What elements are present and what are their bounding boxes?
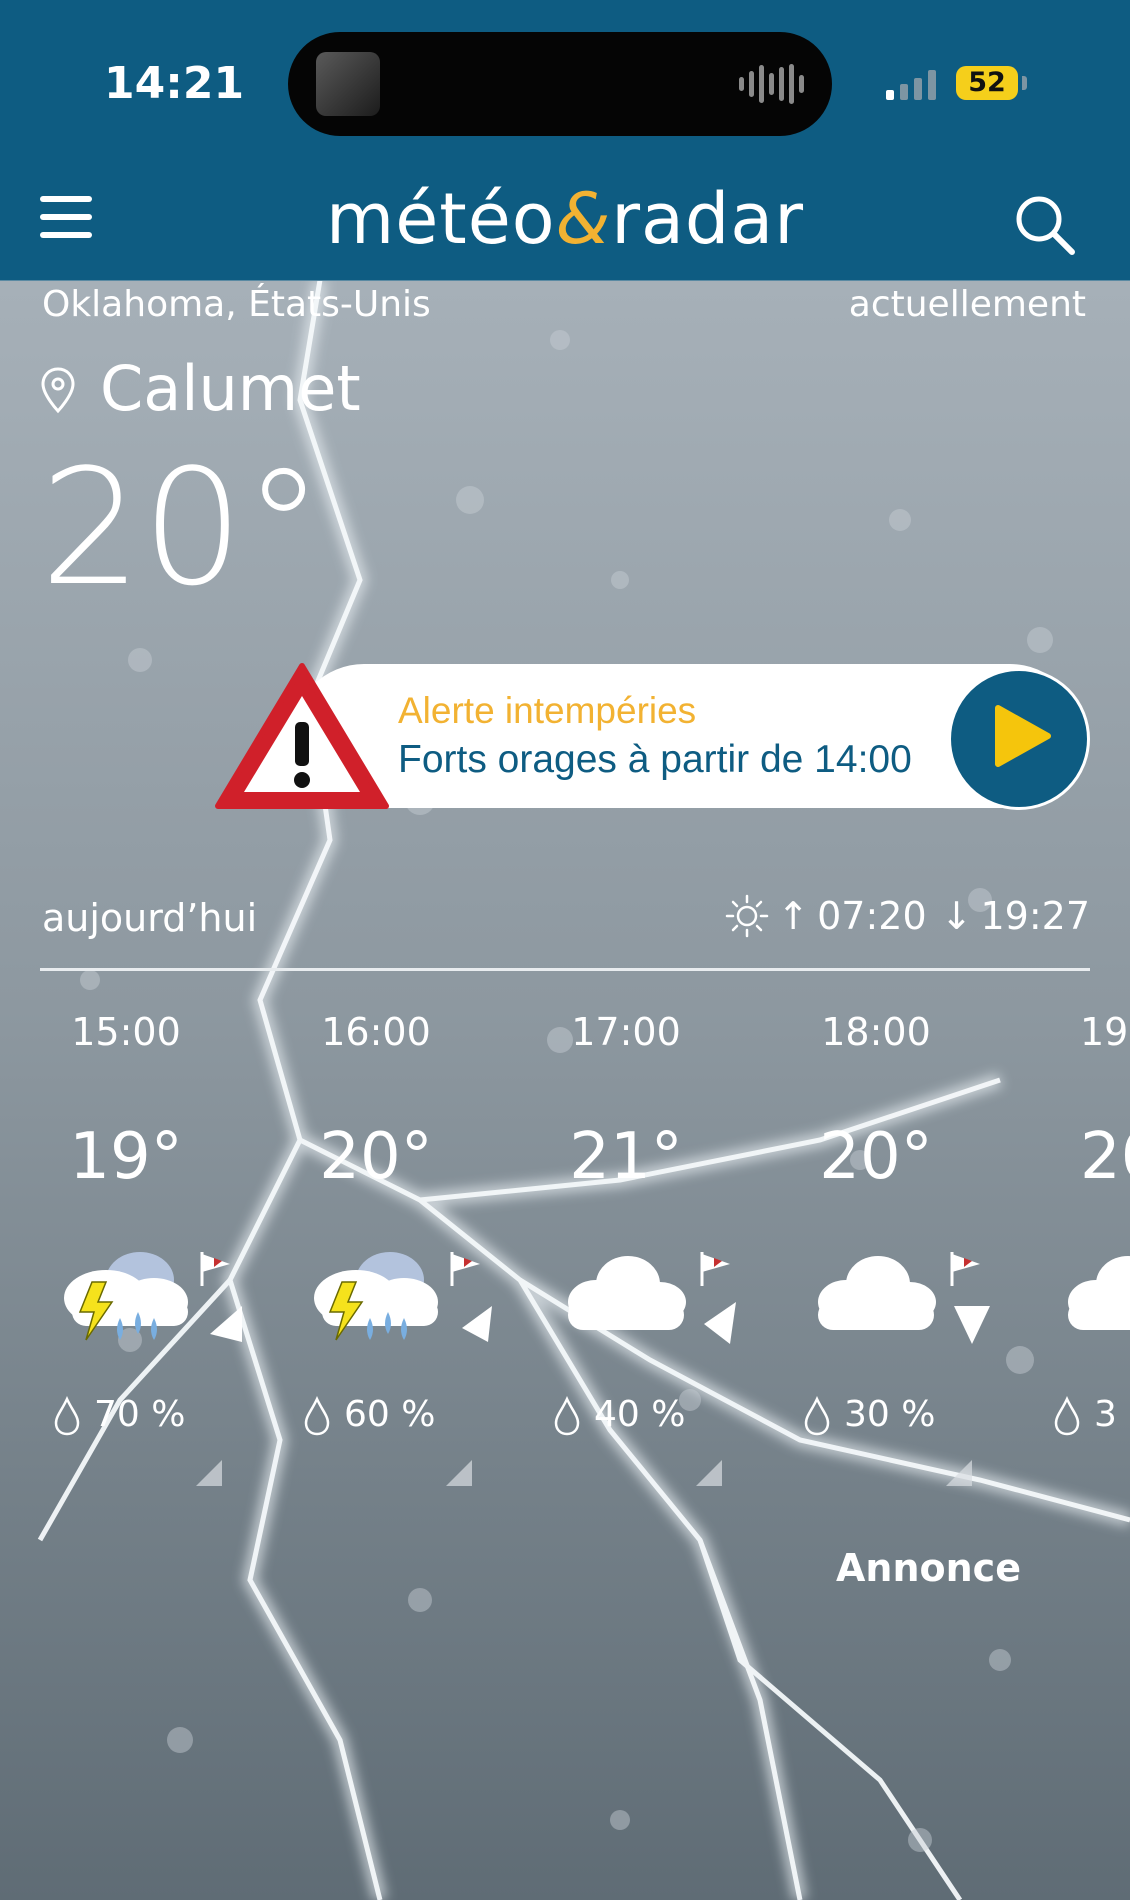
wind-direction-icon <box>450 1252 492 1342</box>
weather-alert-banner[interactable]: Alerte intempéries Forts orages à partir… <box>212 660 1090 812</box>
hour-time: 16:00 <box>321 1010 431 1054</box>
logo-ampersand: & <box>555 178 612 260</box>
today-label: aujourd’hui <box>42 896 258 940</box>
audio-waveform-icon <box>739 62 804 106</box>
precipitation-probability: 70 % <box>94 1394 186 1435</box>
precipitation-probability: 40 % <box>594 1394 686 1435</box>
warning-triangle-icon <box>215 663 389 809</box>
hour-temperature: 19° <box>69 1120 183 1194</box>
sunset-arrow-icon: ↓ <box>940 894 973 938</box>
raindrop-icon <box>554 1396 580 1436</box>
raindrop-icon <box>804 1396 830 1436</box>
search-icon[interactable] <box>1010 190 1080 260</box>
sunrise-time: 07:20 <box>817 894 927 938</box>
app-logo: météo&radar <box>0 178 1130 260</box>
app-header: météo&radar <box>0 160 1130 281</box>
cloud-icon <box>568 1256 686 1330</box>
precipitation-probability: 60 % <box>344 1394 436 1435</box>
logo-text-meteo: météo <box>326 178 556 260</box>
precipitation-probability: 3 <box>1094 1394 1117 1435</box>
alert-play-button[interactable] <box>948 668 1090 810</box>
alert-title: Alerte intempéries <box>398 690 697 731</box>
wind-direction-icon <box>950 1252 990 1344</box>
logo-text-radar: radar <box>611 178 804 260</box>
hour-temperature: 21° <box>569 1120 683 1194</box>
cloud-icon <box>818 1256 936 1330</box>
sun-times: ↑ 07:20 ↓ 19:27 <box>725 894 1090 938</box>
location-pin-icon <box>41 367 75 414</box>
status-bar: 14:21 52 <box>0 0 1130 160</box>
sunrise-arrow-icon: ↑ <box>777 894 810 938</box>
thunderstorm-icon <box>314 1252 438 1341</box>
raindrop-icon <box>54 1396 80 1436</box>
city-name[interactable]: Calumet <box>100 352 361 425</box>
hour-time: 17:00 <box>571 1010 681 1054</box>
play-icon <box>995 705 1051 767</box>
hour-time: 18:00 <box>821 1010 931 1054</box>
alert-description: Forts orages à partir de 14:00 <box>398 738 912 781</box>
expand-corner-icon <box>696 1460 722 1486</box>
cellular-signal-icon <box>886 68 936 100</box>
raindrop-icon <box>304 1396 330 1436</box>
cloud-icon <box>1068 1256 1130 1330</box>
location-region: Oklahoma, États-Unis <box>42 284 431 325</box>
hour-time: 19: <box>1080 1010 1130 1054</box>
ad-label: Annonce <box>836 1546 1021 1590</box>
wind-direction-icon <box>700 1252 736 1344</box>
sun-icon <box>726 894 769 938</box>
section-divider <box>40 968 1090 971</box>
wind-direction-icon <box>200 1252 242 1342</box>
raindrop-icon <box>1054 1396 1080 1436</box>
precipitation-probability: 30 % <box>844 1394 936 1435</box>
expand-corner-icon <box>946 1460 972 1486</box>
expand-corner-icon <box>196 1460 222 1486</box>
current-temperature: 20° <box>40 434 324 621</box>
sunset-time: 19:27 <box>980 894 1090 938</box>
expand-corner-icon <box>446 1460 472 1486</box>
battery-indicator: 52 <box>956 66 1018 100</box>
timeframe-label: actuellement <box>848 284 1086 325</box>
now-playing-artwork <box>316 52 380 116</box>
hour-temperature: 20 <box>1080 1120 1130 1194</box>
hour-temperature: 20° <box>819 1120 933 1194</box>
battery-tip <box>1022 76 1027 90</box>
hour-temperature: 20° <box>319 1120 433 1194</box>
status-time: 14:21 <box>104 58 245 109</box>
hour-time: 15:00 <box>71 1010 181 1054</box>
dynamic-island <box>288 32 832 136</box>
thunderstorm-icon <box>64 1252 188 1341</box>
